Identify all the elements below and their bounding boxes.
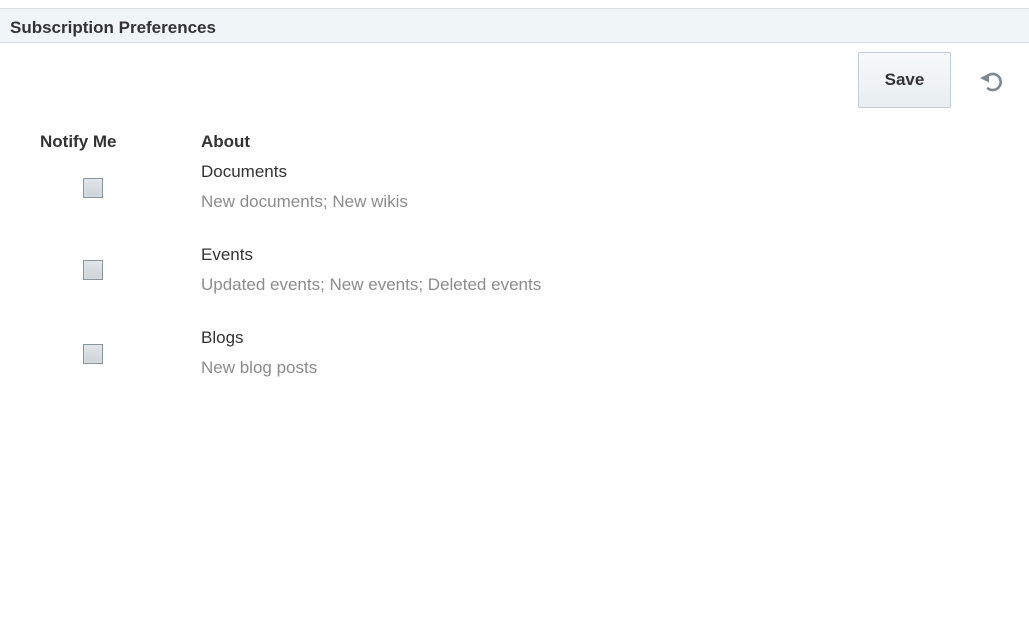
reset-icon[interactable] (976, 66, 1006, 96)
subscription-title-documents: Documents (201, 162, 287, 181)
notify-me-column-header: Notify Me (40, 132, 117, 151)
documents-checkbox[interactable] (83, 178, 103, 198)
events-checkbox[interactable] (83, 260, 103, 280)
subscription-title-blogs: Blogs (201, 328, 244, 347)
blogs-checkbox[interactable] (83, 344, 103, 364)
save-button[interactable]: Save (858, 52, 951, 108)
subscription-description-documents: New documents; New wikis (201, 192, 408, 211)
subscription-title-events: Events (201, 245, 253, 264)
panel-header: Subscription Preferences (0, 8, 1029, 43)
subscription-description-events: Updated events; New events; Deleted even… (201, 275, 542, 294)
subscription-description-blogs: New blog posts (201, 358, 318, 377)
page-title: Subscription Preferences (10, 18, 216, 37)
about-column-header: About (201, 132, 251, 151)
